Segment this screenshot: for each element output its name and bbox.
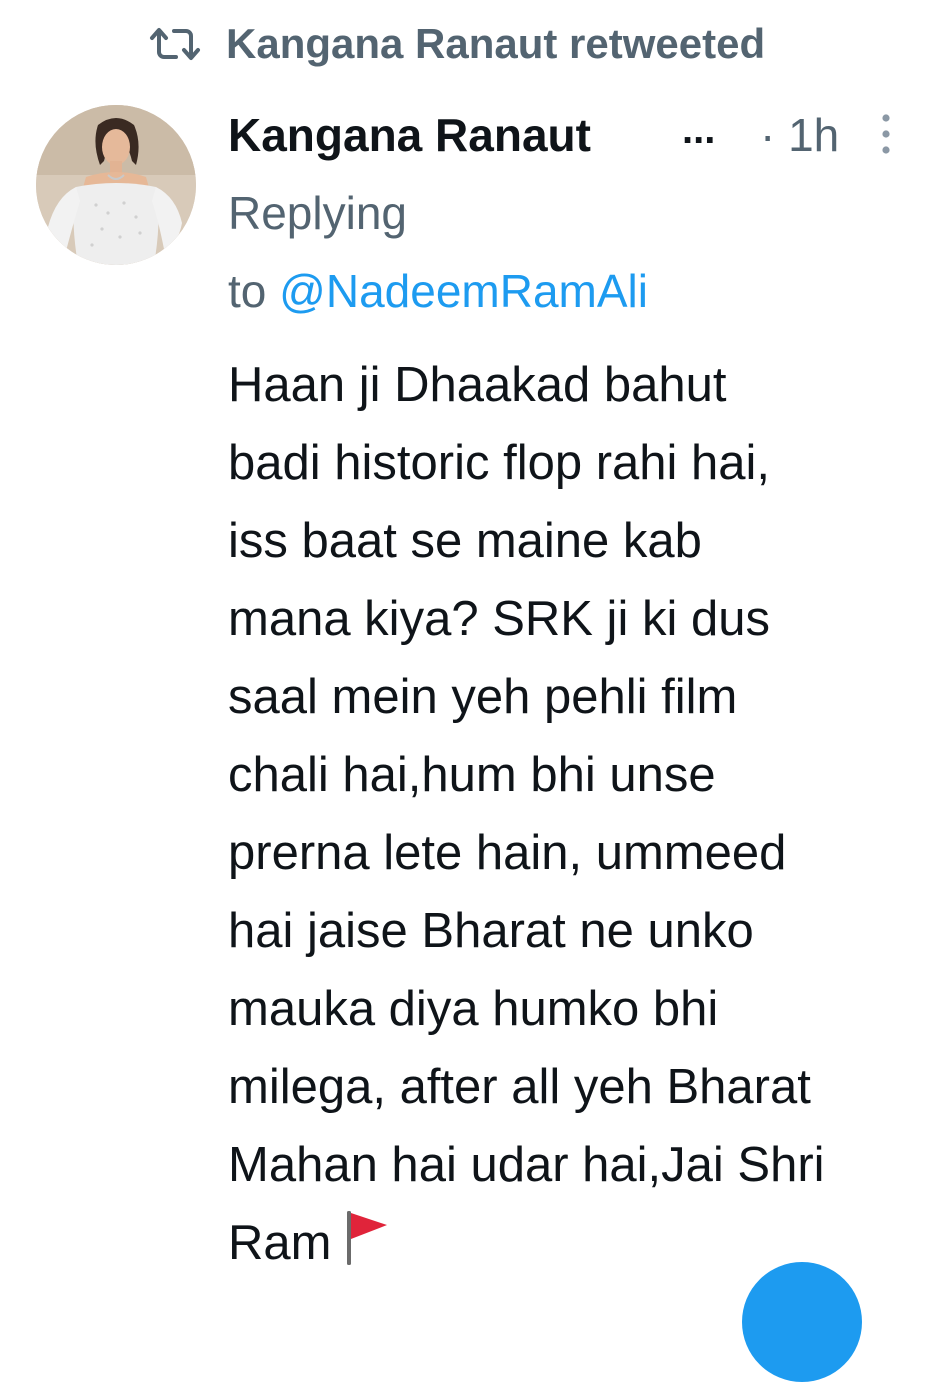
tweet-text-line: saal mein yeh pehli film [228, 670, 738, 724]
avatar[interactable] [36, 105, 196, 265]
author-name[interactable]: Kangana Ranaut [228, 108, 591, 162]
tweet-text-line: Mahan hai udar hai,Jai Shri [228, 1138, 825, 1192]
tweet-text-line: mauka diya humko bhi [228, 982, 719, 1036]
retweet-icon [150, 28, 200, 60]
tweet-text-line: Ram [228, 1216, 332, 1270]
replying-to-prefix: to [228, 265, 267, 317]
retweet-label: Kangana Ranaut retweeted [226, 20, 766, 67]
name-truncation: ... [682, 108, 716, 152]
tweet-text-line: hai jaise Bharat ne unko [228, 904, 754, 958]
tweet-text-line: prerna lete hain, ummeed [228, 826, 787, 880]
tweet-text-line: mana kiya? SRK ji ki dus [228, 592, 770, 646]
tweet-timestamp[interactable]: · 1h [760, 108, 839, 162]
tweet-text-line: Haan ji Dhaakad bahut [228, 358, 727, 412]
replying-to-line: to @NadeemRamAli [228, 264, 648, 318]
tweet-text-line: chali hai,hum bhi unse [228, 748, 716, 802]
retweet-context[interactable]: Kangana Ranaut retweeted [146, 18, 765, 70]
more-options-icon[interactable] [878, 112, 894, 156]
compose-tweet-button[interactable] [742, 1262, 862, 1382]
tweet-text: Haan ji Dhaakad bahut badi historic flop… [228, 346, 928, 1282]
reply-mention-link[interactable]: @NadeemRamAli [279, 265, 648, 317]
tweet-text-line: milega, after all yeh Bharat [228, 1060, 811, 1114]
replying-to-label: Replying [228, 187, 407, 239]
tweet-header: Kangana Ranaut ... · 1h [228, 108, 908, 164]
avatar-image [36, 105, 196, 265]
tweet-text-line: badi historic flop rahi hai, [228, 436, 771, 490]
triangular-flag-icon [347, 1211, 388, 1265]
tweet-text-line: iss baat se maine kab [228, 514, 702, 568]
